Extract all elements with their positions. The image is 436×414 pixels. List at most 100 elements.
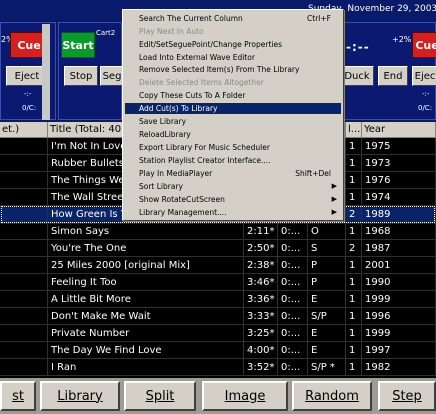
cell-title: Private Number — [48, 325, 244, 342]
cell-l: 1 — [346, 274, 362, 291]
cell-l: 1 — [346, 291, 362, 308]
cart3-cue-button[interactable]: Cue — [412, 32, 436, 58]
random-button[interactable]: Random — [292, 381, 372, 411]
header-col0[interactable]: et.) — [0, 122, 48, 138]
cell-year: 1987 — [362, 240, 436, 257]
table-row[interactable]: Private Number 3:25* 0:... E 1 1999 — [0, 325, 436, 343]
menu-item-label: Delete Selected Items Altogether — [139, 78, 264, 87]
cell-marker — [0, 155, 48, 172]
cell-title: The Day We Find Love — [48, 342, 244, 359]
menu-item-10[interactable]: Export Library For Music Scheduler — [125, 142, 341, 153]
cell-title: 25 Miles 2000 [original Mix] — [48, 257, 244, 274]
menu-item-5[interactable]: Delete Selected Items Altogether — [125, 77, 341, 88]
cell-marker — [0, 359, 48, 376]
menu-item-label: Play In MediaPlayer — [139, 169, 213, 178]
cell-year: 1990 — [362, 274, 436, 291]
menu-item-label: Search The Current Column — [139, 14, 243, 23]
cell-at: P — [308, 257, 346, 274]
step-button[interactable]: Step — [378, 381, 436, 411]
cell-l: 1 — [346, 308, 362, 325]
cart-left-counter2: 0/C: — [22, 104, 37, 112]
table-row[interactable]: A Little Bit More 3:36* 0:... E 1 1999 — [0, 291, 436, 309]
menu-item-0[interactable]: Search The Current Column Ctrl+F — [125, 13, 341, 24]
menu-item-9[interactable]: ReloadLibrary — [125, 129, 341, 140]
cell-title: Feeling It Too — [48, 274, 244, 291]
table-row[interactable]: The Day We Find Love 4:00* 0:... E 1 1997 — [0, 342, 436, 360]
menu-item-label: Play Next In Auto — [139, 27, 204, 36]
header-l[interactable]: l... — [346, 122, 362, 138]
cart3-pitch: +2% — [392, 35, 412, 44]
cell-marker — [0, 223, 48, 240]
cell-len: 3:46* — [244, 274, 278, 291]
menu-item-11[interactable]: Station Playlist Creator Interface.... — [125, 155, 341, 166]
cell-len: 3:25* — [244, 325, 278, 342]
cart3-duck-button[interactable]: Duck — [340, 66, 374, 86]
cart2-start-button[interactable]: Start — [61, 32, 95, 58]
cell-title: A Little Bit More — [48, 291, 244, 308]
menu-item-13[interactable]: Sort Library ▶ — [125, 181, 341, 192]
menu-item-12[interactable]: Play In MediaPlayer Shift+Del — [125, 168, 341, 179]
cell-f: 0:... — [278, 291, 308, 308]
split-button[interactable]: Split — [124, 381, 196, 411]
cell-l: 1 — [346, 189, 362, 206]
cart3-eject-button[interactable]: Eject — [412, 66, 436, 86]
cell-marker — [0, 138, 48, 155]
menu-item-8[interactable]: Save Library — [125, 116, 341, 127]
menu-item-label: Library Management.... — [139, 208, 227, 217]
menu-item-label: Save Library — [139, 117, 187, 126]
cell-at: E — [308, 325, 346, 342]
cell-len: 2:38* — [244, 257, 278, 274]
cart3-time: -:-- — [346, 40, 370, 54]
cell-year: 1968 — [362, 223, 436, 240]
table-row[interactable]: Simon Says 2:11* 0:... O 1 1968 — [0, 223, 436, 241]
cell-year: 1976 — [362, 172, 436, 189]
menu-item-15[interactable]: Library Management.... ▶ — [125, 207, 341, 218]
cell-title: I Ran — [48, 359, 244, 376]
menu-item-3[interactable]: Load Into External Wave Editor — [125, 52, 341, 63]
cell-marker — [0, 342, 48, 359]
cell-year: 1999 — [362, 291, 436, 308]
cart3-counter2: 0/C: — [418, 104, 433, 112]
cart-left-counter: -:- — [24, 90, 32, 98]
library-button[interactable]: Library — [40, 381, 120, 411]
cell-year: 1975 — [362, 138, 436, 155]
cart3-end-button[interactable]: End — [378, 66, 408, 86]
cell-marker — [0, 257, 48, 274]
menu-item-14[interactable]: Show RotateCutScreen ▶ — [125, 194, 341, 205]
cell-len: 3:33* — [244, 308, 278, 325]
cell-at: E — [308, 291, 346, 308]
cart2-stop-button[interactable]: Stop — [64, 66, 98, 86]
cell-l: 1 — [346, 359, 362, 376]
cell-year: 1982 — [362, 359, 436, 376]
cell-title: Simon Says — [48, 223, 244, 240]
table-row[interactable]: 25 Miles 2000 [original Mix] 2:38* 0:... P 1… — [0, 257, 436, 275]
table-row[interactable]: Feeling It Too 3:46* 0:... P 1 1990 — [0, 274, 436, 292]
playlist-button[interactable]: st — [0, 381, 36, 411]
submenu-arrow-icon: ▶ — [331, 182, 337, 190]
context-menu: Search The Current Column Ctrl+F Play Next… — [122, 9, 344, 221]
table-row[interactable]: Don't Make Me Wait 3:33* 0:... S/P 1 1996 — [0, 308, 436, 326]
menu-item-4[interactable]: Remove Selected Item(s) From The Library — [125, 64, 341, 75]
menu-item-label: Export Library For Music Scheduler — [139, 143, 270, 152]
table-row[interactable]: I Ran 3:52* 0:... S/P * 1 1982 — [0, 359, 436, 377]
cell-l: 2 — [346, 240, 362, 257]
cell-f: 0:... — [278, 274, 308, 291]
cart2-label: Cart2 — [96, 29, 116, 37]
image-button[interactable]: Image — [202, 381, 288, 411]
cell-year: 1996 — [362, 308, 436, 325]
menu-item-2[interactable]: Edit/SetSeguePoint/Change Properties — [125, 39, 341, 50]
menu-item-label: Edit/SetSeguePoint/Change Properties — [139, 40, 283, 49]
cell-marker — [0, 308, 48, 325]
menu-item-1[interactable]: Play Next In Auto — [125, 26, 341, 37]
cell-title: You're The One — [48, 240, 244, 257]
header-year[interactable]: Year — [362, 122, 436, 138]
cart3-counter: -:- — [422, 90, 430, 98]
cell-l: 1 — [346, 138, 362, 155]
menu-item-7[interactable]: Add Cut(s) To Library — [125, 103, 341, 114]
cart-left-slider[interactable] — [42, 24, 50, 120]
menu-item-6[interactable]: Copy These Cuts To A Folder — [125, 90, 341, 101]
cell-len: 2:50* — [244, 240, 278, 257]
cart2-seg-button[interactable]: Seg — [100, 66, 124, 86]
table-row[interactable]: You're The One 2:50* 0:... S 2 1987 — [0, 240, 436, 258]
cell-len: 3:52* — [244, 359, 278, 376]
